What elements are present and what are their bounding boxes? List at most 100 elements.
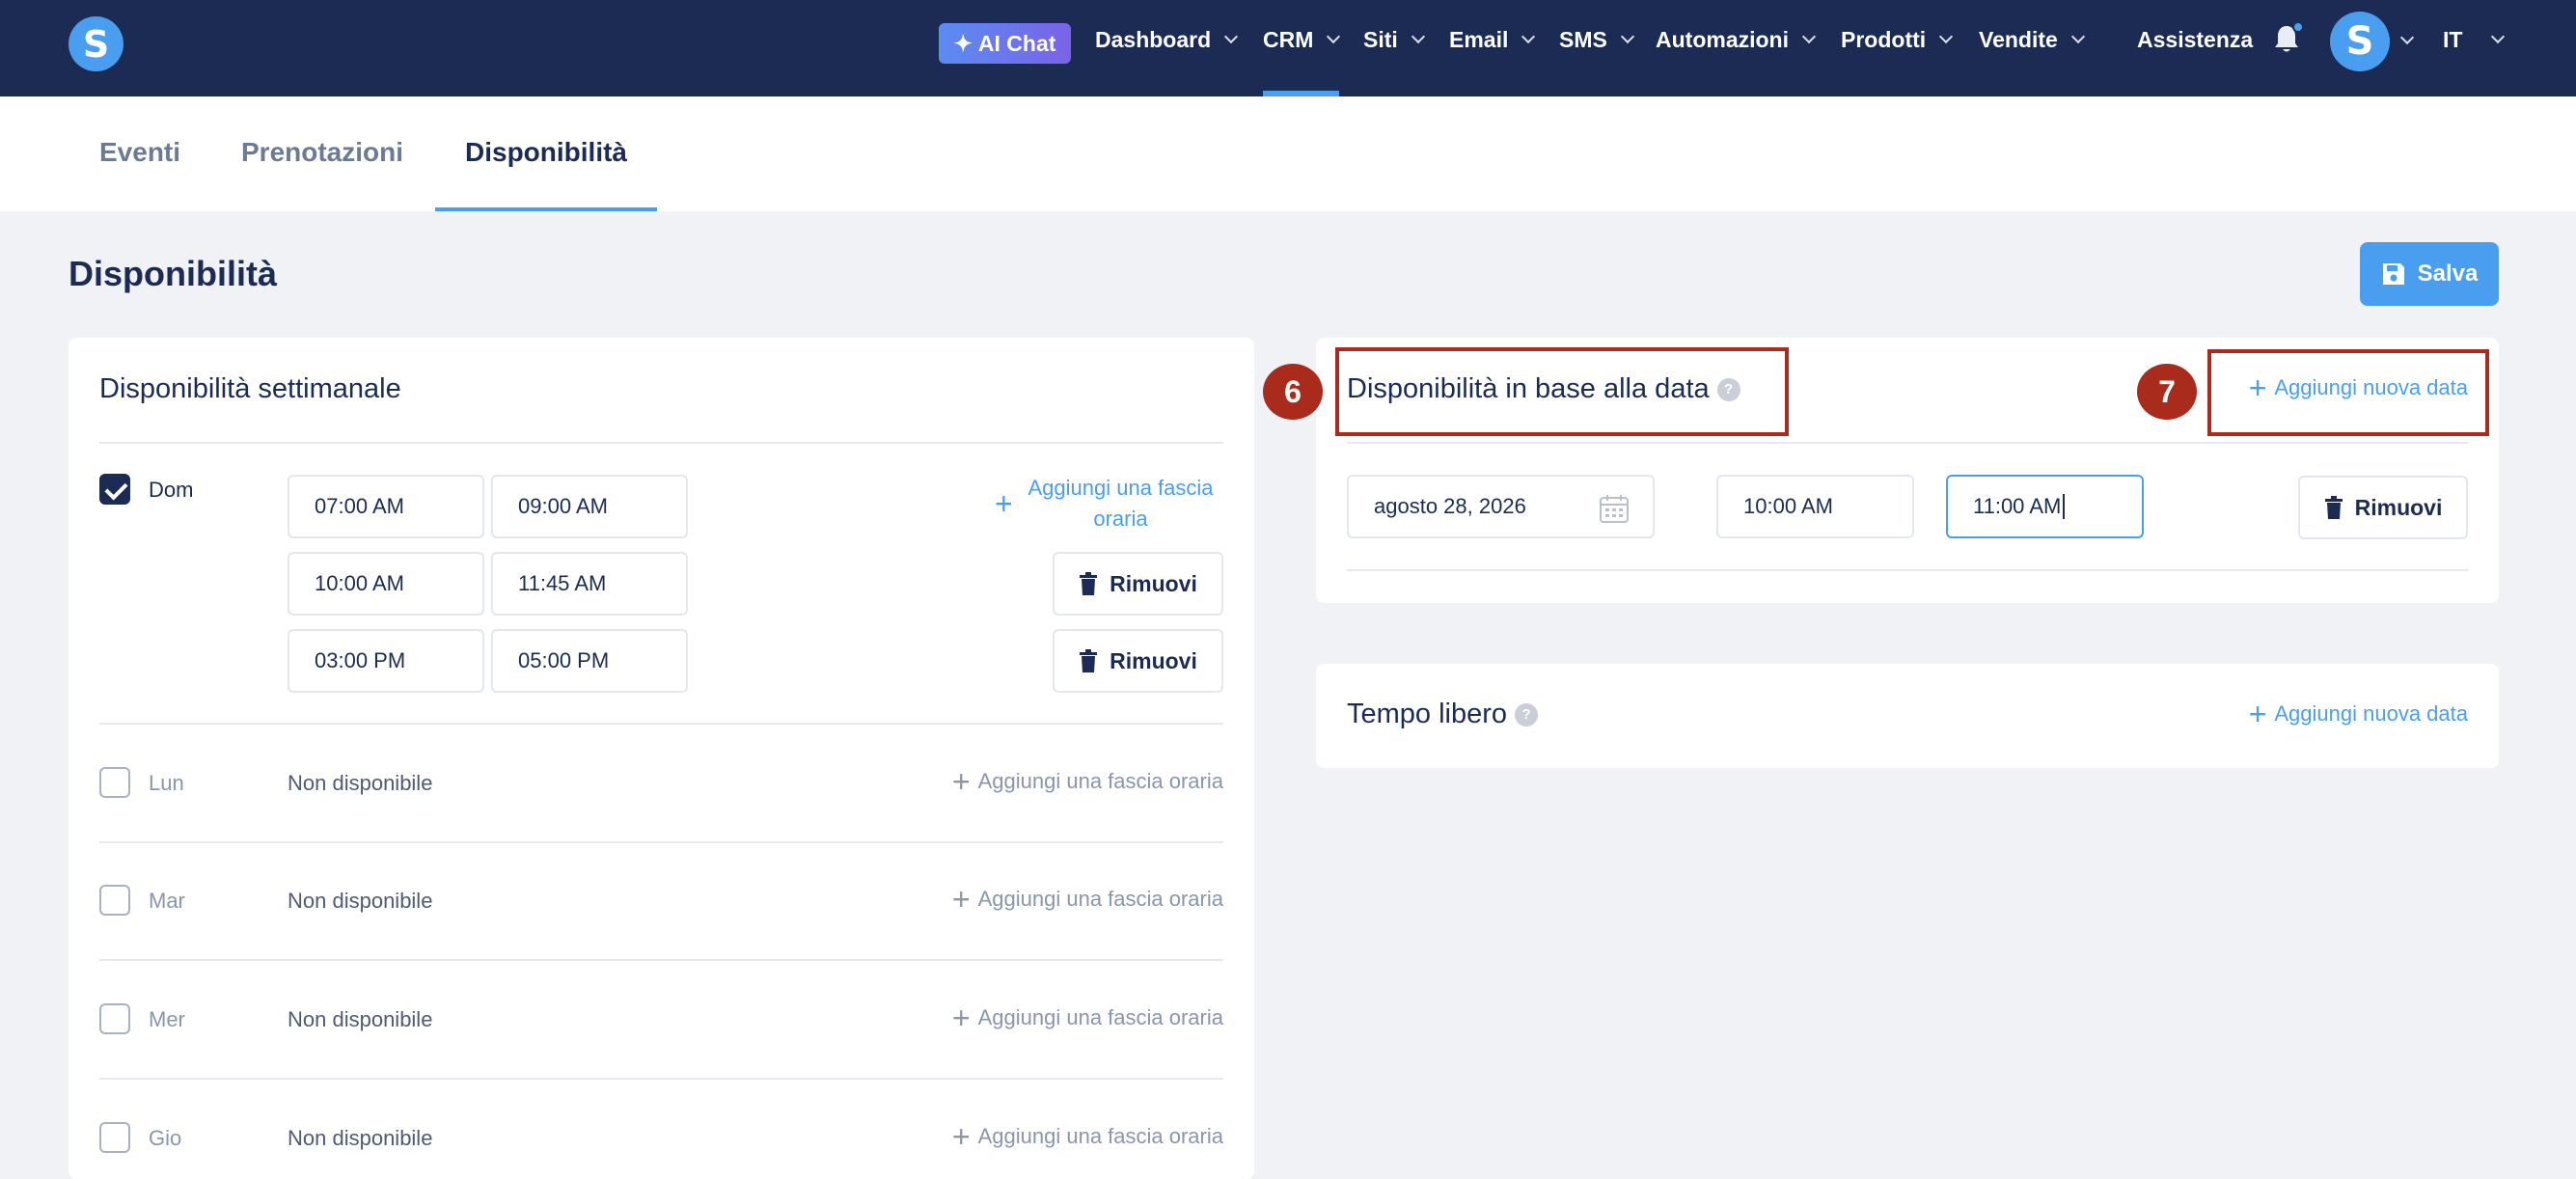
add-slot-link-lun[interactable]: + Aggiungi una fascia oraria bbox=[952, 766, 1223, 797]
add-slot-label: Aggiungi una fascia oraria bbox=[977, 887, 1223, 911]
divider bbox=[1347, 569, 2468, 571]
nav-sms[interactable]: SMS bbox=[1559, 23, 1634, 56]
tab-eventi[interactable]: Eventi bbox=[99, 137, 180, 168]
day-checkbox-mar[interactable] bbox=[99, 885, 130, 916]
chevron-down-icon bbox=[2070, 29, 2085, 44]
floppy-disk-icon bbox=[2382, 263, 2404, 285]
help-icon[interactable]: ? bbox=[1515, 703, 1539, 727]
date-picker-field[interactable]: agosto 28, 2026 bbox=[1347, 475, 1655, 538]
day-checkbox-gio[interactable] bbox=[99, 1122, 130, 1153]
add-slot-link-mer[interactable]: + Aggiungi una fascia oraria bbox=[952, 1002, 1223, 1033]
language-label: IT bbox=[2443, 26, 2463, 52]
ai-chat-label: AI Chat bbox=[977, 30, 1056, 56]
free-time-title: Tempo libero? bbox=[1347, 699, 1539, 730]
active-tab-indicator bbox=[435, 207, 657, 211]
nav-crm-label: CRM bbox=[1263, 26, 1314, 52]
chevron-down-icon bbox=[2491, 29, 2506, 44]
nav-dashboard-label: Dashboard bbox=[1095, 26, 1212, 52]
calendar-icon bbox=[1600, 495, 1629, 523]
plus-icon: + bbox=[951, 1001, 971, 1035]
date-end-time-field[interactable]: 11:00 AM bbox=[1946, 475, 2144, 538]
nav-dashboard[interactable]: Dashboard bbox=[1095, 23, 1239, 56]
add-slot-link-dom[interactable]: + Aggiungi una fascia oraria bbox=[995, 473, 1223, 535]
notification-dot bbox=[2292, 21, 2304, 33]
divider bbox=[1347, 442, 2468, 444]
slot-1-start-field[interactable]: 07:00 AM bbox=[288, 475, 484, 538]
tab-prenotazioni[interactable]: Prenotazioni bbox=[241, 137, 403, 168]
text-caret bbox=[2063, 494, 2066, 519]
unavailable-label-lun: Non disponibile bbox=[288, 771, 433, 795]
nav-automazioni-label: Automazioni bbox=[1656, 26, 1789, 52]
plus-icon: + bbox=[951, 1119, 971, 1154]
add-slot-label-line1: Aggiungi una fascia bbox=[1028, 476, 1214, 500]
date-start-time-field[interactable]: 10:00 AM bbox=[1716, 475, 1914, 538]
day-label-mar: Mar bbox=[149, 889, 185, 913]
unavailable-label-mer: Non disponibile bbox=[288, 1007, 433, 1031]
plus-icon: + bbox=[995, 486, 1013, 521]
chevron-down-icon[interactable] bbox=[2399, 30, 2415, 45]
app-logo[interactable]: S bbox=[69, 16, 123, 71]
add-slot-link-gio[interactable]: + Aggiungi una fascia oraria bbox=[952, 1121, 1223, 1152]
add-slot-label: Aggiungi una fascia oraria bbox=[977, 1124, 1223, 1148]
remove-label: Rimuovi bbox=[2354, 494, 2443, 520]
weekly-availability-title: Disponibilità settimanale bbox=[99, 373, 401, 404]
day-label-dom: Dom bbox=[149, 478, 194, 502]
nav-vendite-label: Vendite bbox=[1979, 26, 2058, 52]
end-time-value: 11:00 AM bbox=[1973, 494, 2062, 518]
sub-tab-bar: Eventi Prenotazioni Disponibilità bbox=[0, 96, 2576, 211]
day-checkbox-dom[interactable] bbox=[99, 474, 130, 505]
top-navbar: S ✦ AI Chat Dashboard CRM Siti Email SMS… bbox=[0, 0, 2576, 96]
tab-disponibilita[interactable]: Disponibilità bbox=[465, 137, 627, 168]
divider bbox=[99, 723, 1223, 725]
date-value: agosto 28, 2026 bbox=[1374, 494, 1526, 518]
trash-icon bbox=[1080, 649, 1098, 672]
annotation-badge-7: 7 bbox=[2137, 364, 2197, 420]
remove-label: Rimuovi bbox=[1110, 647, 1197, 673]
day-label-gio: Gio bbox=[149, 1126, 182, 1150]
save-label: Salva bbox=[2417, 260, 2479, 287]
chevron-down-icon bbox=[1521, 29, 1536, 44]
language-selector[interactable]: IT bbox=[2443, 23, 2506, 56]
add-free-time-button[interactable]: + Aggiungi nuova data bbox=[2249, 699, 2468, 729]
nav-vendite[interactable]: Vendite bbox=[1979, 23, 2085, 56]
slot-2-end-field[interactable]: 11:45 AM bbox=[491, 552, 688, 616]
chevron-down-icon bbox=[1411, 29, 1425, 44]
divider bbox=[99, 841, 1223, 843]
chevron-down-icon bbox=[1939, 29, 1954, 44]
remove-slot-2-button[interactable]: Rimuovi bbox=[1053, 552, 1223, 616]
plus-icon: + bbox=[951, 882, 971, 917]
plus-icon: + bbox=[2248, 697, 2267, 731]
trash-icon bbox=[2324, 496, 2343, 519]
unavailable-label-gio: Non disponibile bbox=[288, 1126, 433, 1150]
nav-siti[interactable]: Siti bbox=[1363, 23, 1425, 56]
annotation-highlight-6 bbox=[1335, 347, 1789, 436]
day-checkbox-mer[interactable] bbox=[99, 1003, 130, 1034]
ai-chat-button[interactable]: ✦ AI Chat bbox=[939, 23, 1071, 64]
save-button[interactable]: Salva bbox=[2360, 242, 2499, 306]
slot-1-end-field[interactable]: 09:00 AM bbox=[491, 475, 688, 538]
day-checkbox-lun[interactable] bbox=[99, 767, 130, 798]
slot-3-start-field[interactable]: 03:00 PM bbox=[288, 629, 484, 693]
nav-automazioni[interactable]: Automazioni bbox=[1656, 23, 1817, 56]
nav-email-label: Email bbox=[1449, 26, 1509, 52]
nav-email[interactable]: Email bbox=[1449, 23, 1536, 56]
annotation-badge-6: 6 bbox=[1263, 364, 1323, 420]
slot-2-start-field[interactable]: 10:00 AM bbox=[288, 552, 484, 616]
day-label-lun: Lun bbox=[149, 771, 184, 795]
weekly-availability-card: Disponibilità settimanale Dom 07:00 AM 0… bbox=[69, 338, 1254, 1179]
chevron-down-icon bbox=[1224, 29, 1239, 44]
add-slot-link-mar[interactable]: + Aggiungi una fascia oraria bbox=[952, 884, 1223, 915]
avatar[interactable]: S bbox=[2330, 12, 2390, 71]
chevron-down-icon bbox=[1327, 29, 1341, 44]
trash-icon bbox=[1080, 572, 1098, 595]
sparkle-icon: ✦ bbox=[953, 30, 973, 56]
nav-crm[interactable]: CRM bbox=[1263, 23, 1341, 56]
nav-prodotti[interactable]: Prodotti bbox=[1841, 23, 1954, 56]
remove-date-button[interactable]: Rimuovi bbox=[2298, 476, 2468, 539]
slot-3-end-field[interactable]: 05:00 PM bbox=[491, 629, 688, 693]
nav-assistenza-label: Assistenza bbox=[2137, 26, 2254, 52]
add-free-time-label: Aggiungi nuova data bbox=[2274, 701, 2468, 726]
divider bbox=[99, 959, 1223, 961]
remove-slot-3-button[interactable]: Rimuovi bbox=[1053, 629, 1223, 693]
nav-assistenza[interactable]: Assistenza bbox=[2137, 23, 2253, 56]
